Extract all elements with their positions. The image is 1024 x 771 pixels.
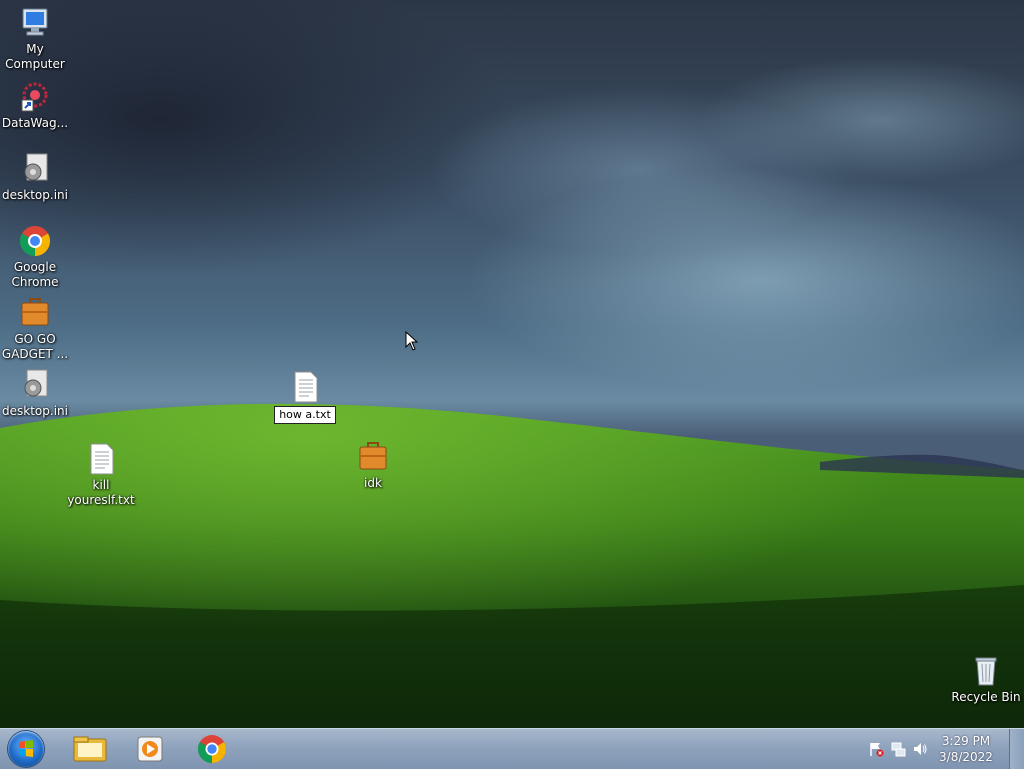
clock-date: 3/8/2022 <box>939 750 993 764</box>
desktop-icon-my-computer[interactable]: My Computer <box>0 6 70 72</box>
text-file-icon <box>288 370 322 404</box>
desktop-icon-recycle-bin[interactable]: Recycle Bin <box>951 654 1021 705</box>
show-desktop-button[interactable] <box>1009 729 1024 769</box>
file-explorer-icon <box>73 736 107 762</box>
gear-settings-file-icon <box>18 368 52 402</box>
desktop-icon-go-go-gadget[interactable]: GO GO GADGET ... <box>0 296 70 362</box>
icon-label: GO GO GADGET ... <box>1 332 69 361</box>
desktop-icon-desktop-ini[interactable]: desktop.ini <box>0 152 70 203</box>
desktop-icon-how-a-txt[interactable]: how a.txt <box>270 370 340 424</box>
icon-label: Recycle Bin <box>951 690 1021 704</box>
desktop-icon-google-chrome[interactable]: Google Chrome <box>0 224 70 290</box>
icon-label: Google Chrome <box>11 260 59 289</box>
icon-label: desktop.ini <box>2 188 68 202</box>
taskbar-chrome[interactable] <box>188 733 236 765</box>
clock[interactable]: 3:29 PM 3/8/2022 <box>934 733 998 765</box>
action-center-flag-icon[interactable] <box>868 741 884 757</box>
media-player-icon <box>137 736 163 762</box>
icon-label: kill youreslf.txt <box>67 478 135 507</box>
chrome-icon <box>18 224 52 258</box>
start-button[interactable] <box>8 731 44 767</box>
recycle-bin-icon <box>969 654 1003 688</box>
volume-icon[interactable] <box>912 741 928 757</box>
icon-label: desktop.ini <box>2 404 68 418</box>
taskbar-file-explorer[interactable] <box>66 733 114 765</box>
icon-label: My Computer <box>5 42 65 71</box>
desktop-icon-datawag[interactable]: DataWag... <box>0 80 70 131</box>
desktop-icon-idk[interactable]: idk <box>338 440 408 491</box>
rename-textbox[interactable]: how a.txt <box>274 406 336 424</box>
desktop-icon-kill-txt[interactable]: kill youreslf.txt <box>66 442 136 508</box>
briefcase-icon <box>356 440 390 474</box>
windows-logo-icon <box>19 740 33 757</box>
desktop[interactable]: My Computer DataWag... desktop.ini Googl… <box>0 0 1024 728</box>
icon-label: idk <box>364 476 382 490</box>
taskbar-media-player[interactable] <box>126 733 174 765</box>
gear-settings-file-icon <box>18 152 52 186</box>
text-file-icon <box>84 442 118 476</box>
shortcut-app-icon <box>18 80 52 114</box>
desktop-icon-desktop-ini[interactable]: desktop.ini <box>0 368 70 419</box>
computer-icon <box>18 6 52 40</box>
taskbar: 3:29 PM 3/8/2022 <box>0 728 1024 769</box>
wallpaper-hill <box>0 403 1024 728</box>
network-icon[interactable] <box>890 741 906 757</box>
briefcase-icon <box>18 296 52 330</box>
clock-time: 3:29 PM <box>941 734 991 748</box>
chrome-icon <box>198 735 226 763</box>
system-tray: 3:29 PM 3/8/2022 <box>854 729 1024 769</box>
mouse-cursor-icon <box>405 331 419 351</box>
icon-label: DataWag... <box>1 116 69 130</box>
